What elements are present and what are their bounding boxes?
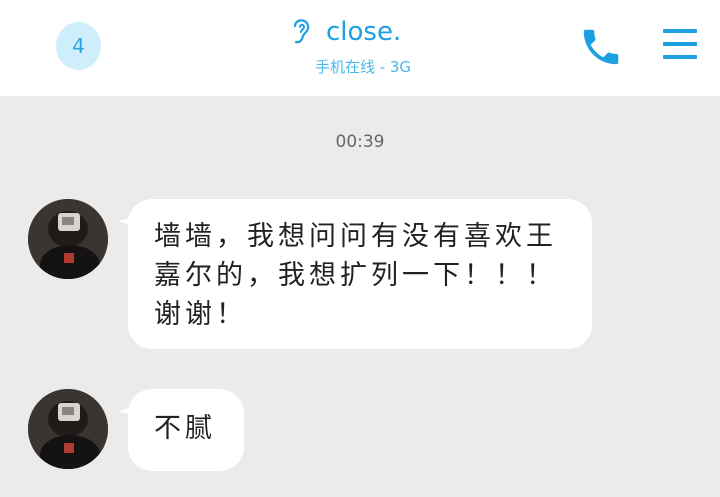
avatar-photo [28,199,108,279]
contact-name: close. [326,17,402,47]
menu-icon-bar [663,42,697,46]
message-bubble[interactable]: 不腻 [128,389,244,471]
message-bubble[interactable]: 墙墙，我想问问有没有喜欢王嘉尔的，我想扩列一下！！！谢谢！ [128,199,592,349]
chat-header: 4 close. 手机在线 - 3G [0,0,720,96]
avatar-photo [28,389,108,469]
avatar[interactable] [28,389,108,469]
call-button[interactable] [578,24,624,70]
ear-icon [288,14,314,50]
avatar[interactable] [28,199,108,279]
menu-icon [663,29,697,33]
contact-title[interactable]: close. [288,14,401,50]
unread-count-badge[interactable]: 4 [56,22,101,70]
phone-icon [583,29,619,65]
menu-button[interactable] [660,26,702,64]
online-status: 手机在线 - 3G [314,58,412,76]
menu-icon-bar [663,55,697,59]
message-timestamp: 00:39 [335,132,385,152]
